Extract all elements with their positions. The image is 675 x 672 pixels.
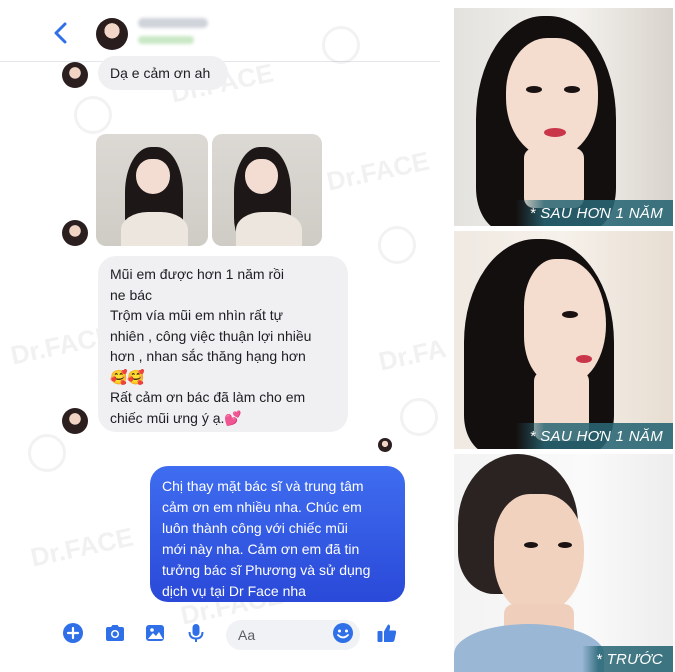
smiley-icon[interactable]: [332, 622, 354, 644]
before-photo[interactable]: * TRƯỚC: [454, 454, 673, 672]
before-after-panel: * SAU HƠN 1 NĂM * SAU HƠN 1 NĂM * TRƯỚC: [446, 0, 675, 672]
after-caption: * SAU HƠN 1 NĂM: [515, 200, 673, 226]
message-line: hơn , nhan sắc thăng hạng hơn: [110, 348, 306, 364]
message-photo-2[interactable]: [212, 134, 322, 246]
message-bubble-incoming: Dạ e cảm ơn ah: [98, 56, 228, 90]
screen: Dr.FACE Dr.FACE Dr.FACE Dr.FACE Dr.FACE …: [0, 0, 675, 672]
message-line: Trộm vía mũi em nhìn rất tự: [110, 307, 284, 323]
watermark-text: Dr.FACE: [323, 145, 432, 197]
before-caption: * TRƯỚC: [581, 646, 673, 672]
message-bubble-outgoing: Chị thay mặt bác sĩ và trung tâm cảm ơn …: [150, 466, 405, 602]
sender-avatar[interactable]: [62, 408, 88, 434]
watermark-logo-icon: [378, 226, 416, 264]
message-line: Chị thay mặt bác sĩ và trung tâm: [162, 478, 364, 494]
contact-status-blurred: [138, 36, 194, 44]
thumbs-up-icon[interactable]: [376, 622, 398, 644]
after-caption: * SAU HƠN 1 NĂM: [515, 423, 673, 449]
message-line: ne bác: [110, 286, 153, 303]
message-line: tưởng bác sĩ Phương và sử dụng: [162, 562, 371, 578]
image-icon[interactable]: [144, 622, 166, 644]
message-line: nhiên , công việc thuận lợi nhiều: [110, 327, 312, 344]
watermark-logo-icon: [400, 398, 438, 436]
message-line: Rất cảm ơn bác đã làm cho em: [110, 389, 306, 405]
microphone-icon[interactable]: [185, 622, 207, 644]
after-photo-profile[interactable]: * SAU HƠN 1 NĂM: [454, 231, 673, 449]
message-line: 🥰🥰: [110, 368, 145, 385]
chat-header: [0, 0, 440, 62]
camera-icon[interactable]: [104, 622, 126, 644]
message-line: cảm ơn em nhiều nha. Chúc em: [162, 499, 362, 515]
after-photo-front[interactable]: * SAU HƠN 1 NĂM: [454, 8, 673, 226]
message-line: luôn thành công với chiếc mũi: [162, 520, 348, 536]
read-receipt-avatar: [378, 438, 392, 452]
message-photo-1[interactable]: [96, 134, 208, 246]
watermark-logo-icon: [28, 434, 66, 472]
contact-name-blurred: [138, 18, 208, 28]
message-line: Mũi em được hơn 1 năm rồi: [110, 266, 285, 282]
plus-circle-icon[interactable]: [62, 622, 84, 644]
message-line: mới này nha. Cảm ơn em đã tin: [162, 541, 360, 557]
chat-panel: Dr.FACE Dr.FACE Dr.FACE Dr.FACE Dr.FACE …: [0, 0, 484, 672]
message-line: dịch vụ tại Dr Face nha: [162, 583, 306, 599]
watermark-logo-icon: [74, 96, 112, 134]
contact-avatar[interactable]: [96, 18, 128, 50]
message-line: chiếc mũi ưng ý ạ.💕: [110, 409, 242, 426]
message-text: Dạ e cảm ơn ah: [110, 65, 211, 81]
watermark-text: Dr.FACE: [27, 521, 136, 573]
chevron-left-icon[interactable]: [52, 22, 70, 44]
sender-avatar[interactable]: [62, 62, 88, 88]
sender-avatar[interactable]: [62, 220, 88, 246]
watermark-logo-icon: [322, 26, 360, 64]
message-composer: Aa: [0, 612, 440, 658]
message-bubble-incoming: Mũi em được hơn 1 năm rồi ne bác Trộm ví…: [98, 256, 348, 432]
